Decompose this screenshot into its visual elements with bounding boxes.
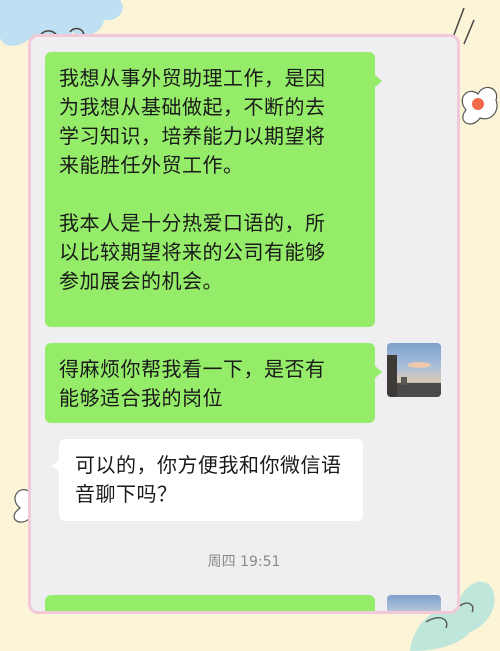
message-text: 得麻烦你帮我看一下，是否有: [59, 357, 326, 381]
message-bubble-sent[interactable]: 我想从事外贸助理工作，是因 为我想从基础做起，不断的去 学习知识，培养能力以期望…: [45, 52, 382, 327]
avatar[interactable]: [387, 343, 441, 397]
message-timestamp: 周四 19:51: [207, 554, 281, 570]
message-text: 可以的，你方便我和你微信语: [75, 453, 342, 477]
message-bubble-sent[interactable]: 得麻烦你帮我看一下，是否有 能够适合我的岗位: [45, 343, 382, 423]
message-text: 我想从事外贸助理工作，是因 为我想从基础做起，不断的去 学习知识，培养能力以期望…: [59, 66, 326, 177]
message-bubble-sent-partial[interactable]: [45, 595, 375, 611]
chat-window[interactable]: 我想从事外贸助理工作，是因 为我想从基础做起，不断的去 学习知识，培养能力以期望…: [28, 34, 460, 614]
message-text: 我本人是十分热爱口语的，所 以比较期望将来的公司有能够 参加展会的机会。: [59, 211, 326, 293]
message-text: 能够适合我的岗位: [59, 386, 223, 410]
avatar[interactable]: [387, 595, 441, 611]
message-text: 音聊下吗？: [75, 482, 178, 506]
avatar-image-icon: [387, 355, 441, 397]
message-bubble-received[interactable]: 可以的，你方便我和你微信语 音聊下吗？: [52, 439, 363, 521]
